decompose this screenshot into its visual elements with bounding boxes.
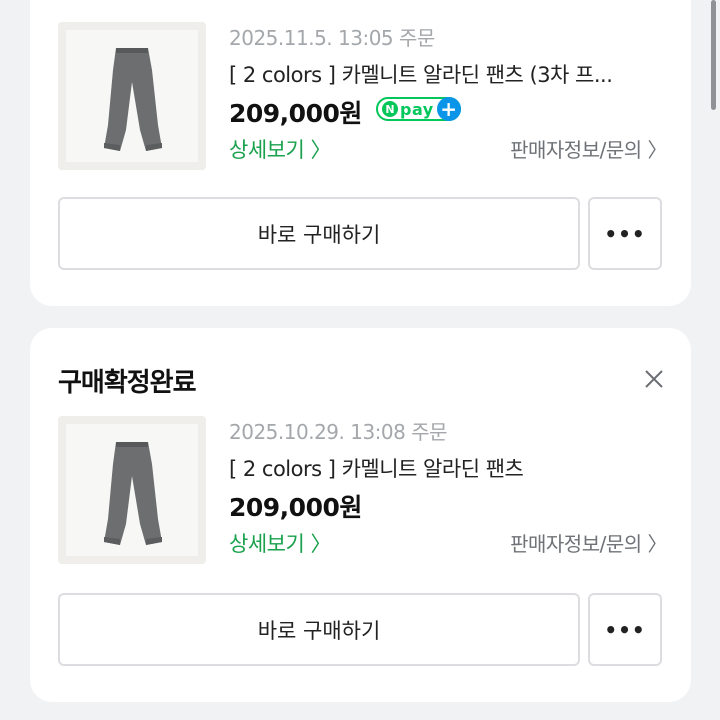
npay-n-icon: N <box>382 101 398 117</box>
npay-pay-text: pay <box>400 99 434 119</box>
order-status-title: 구매확정완료 <box>58 368 197 398</box>
order-date: 2025.10.29. 13:08 주문 <box>229 420 448 444</box>
more-options-button[interactable]: ••• <box>588 197 662 270</box>
npay-plus-badge: N pay + <box>376 97 461 121</box>
scrollbar[interactable] <box>711 0 716 110</box>
view-details-link[interactable]: 상세보기 〉 <box>229 528 331 558</box>
more-options-button[interactable]: ••• <box>588 593 662 666</box>
buy-now-button[interactable]: 바로 구매하기 <box>58 593 580 666</box>
order-date: 2025.11.5. 13:05 주문 <box>229 26 435 50</box>
view-details-link[interactable]: 상세보기 〉 <box>229 134 331 164</box>
product-name[interactable]: [ 2 colors ] 카멜니트 알라딘 팬츠 (3차 프... <box>229 59 659 89</box>
price: 209,000원 <box>229 99 362 128</box>
buy-now-button[interactable]: 바로 구매하기 <box>58 197 580 270</box>
seller-info-link[interactable]: 판매자정보/문의 〉 <box>510 134 667 163</box>
pants-image <box>104 48 162 151</box>
price: 209,000원 <box>229 493 362 522</box>
product-thumbnail[interactable] <box>58 416 206 564</box>
plus-icon: + <box>436 97 461 121</box>
close-icon[interactable] <box>643 368 665 390</box>
seller-info-link[interactable]: 판매자정보/문의 〉 <box>510 528 667 557</box>
pants-image <box>104 442 162 545</box>
order-card: 2025.11.5. 13:05 주문 [ 2 colors ] 카멜니트 알라… <box>30 0 691 306</box>
order-card: 구매확정완료 2025.10.29. 13:08 주문 [ 2 colors ]… <box>30 328 691 702</box>
product-thumbnail[interactable] <box>58 22 206 170</box>
thumbnail-frame <box>66 424 198 556</box>
product-name[interactable]: [ 2 colors ] 카멜니트 알라딘 팬츠 <box>229 453 659 483</box>
thumbnail-frame <box>66 30 198 162</box>
